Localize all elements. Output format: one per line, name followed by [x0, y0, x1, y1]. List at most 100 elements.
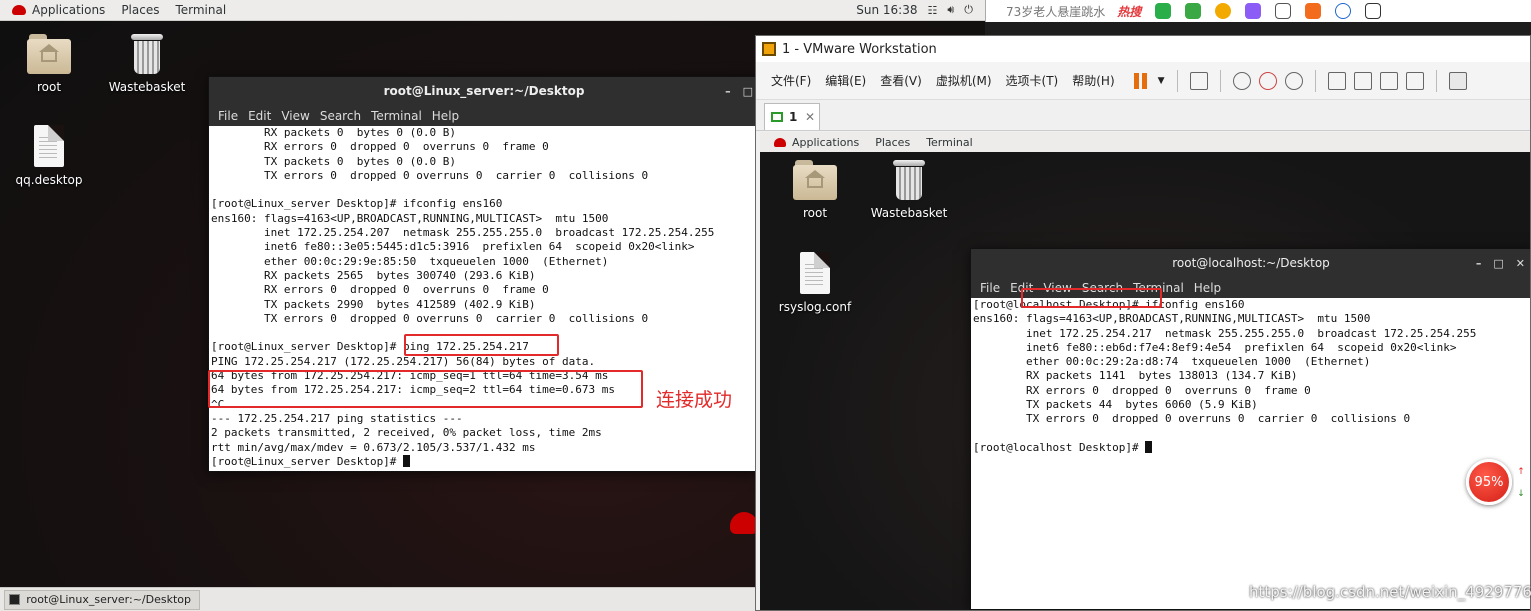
window-title: root@localhost:~/Desktop — [1172, 256, 1330, 270]
toolbar-separator — [1314, 69, 1316, 92]
terminal-line: RX packets 1141 bytes 138013 (134.7 KiB) — [973, 369, 1298, 383]
vm-tab-1[interactable]: 1 ✕ — [764, 103, 820, 130]
vm-menu-edit[interactable]: 编辑(E) — [818, 72, 873, 89]
host-terminal-window[interactable]: root@Linux_server:~/Desktop – □ File Edi… — [208, 76, 760, 472]
translate-icon[interactable] — [1245, 3, 1262, 19]
scissors-icon[interactable] — [1275, 3, 1292, 19]
terminal-app-menu[interactable]: Terminal — [167, 0, 234, 20]
document-icon — [34, 125, 64, 167]
menu-help[interactable]: Help — [427, 109, 464, 123]
host-terminal-titlebar[interactable]: root@Linux_server:~/Desktop – □ — [209, 77, 759, 105]
vm-menu-vm[interactable]: 虚拟机(M) — [929, 72, 999, 89]
minimize-button[interactable]: – — [725, 85, 731, 98]
browser-toolbar-strip: 73岁老人悬崖跳水 热搜 — [985, 0, 1531, 22]
menu-search[interactable]: Search — [315, 109, 366, 123]
places-menu[interactable]: Places — [113, 0, 167, 20]
guest-terminal-window[interactable]: root@localhost:~/Desktop – □ ✕ File Edit… — [970, 248, 1530, 610]
power-icon[interactable]: ⏻ — [964, 3, 973, 17]
terminal-line: --- 172.25.254.217 ping statistics --- — [211, 411, 463, 425]
menu-help[interactable]: Help — [1189, 281, 1226, 295]
game-icon[interactable] — [1305, 3, 1322, 19]
terminal-line: RX errors 0 dropped 0 overruns 0 frame 0 — [973, 383, 1311, 397]
network-icon[interactable]: ☷ — [927, 4, 937, 17]
thumbnail-view-icon[interactable] — [1353, 71, 1372, 90]
host-terminal-output[interactable]: RX packets 0 bytes 0 (0.0 B) RX errors 0… — [209, 126, 759, 471]
badge-side-panel[interactable]: ↑ ↓ — [1514, 465, 1528, 501]
hot-search-text[interactable]: 73岁老人悬崖跳水 — [986, 3, 1105, 20]
pause-icon[interactable] — [1132, 72, 1150, 90]
host-top-bar: Applications Places Terminal Sun 16:38 ☷… — [0, 0, 985, 21]
menu-view[interactable]: View — [1038, 281, 1076, 295]
terminal-line: ens160: flags=4163<UP,BROADCAST,RUNNING,… — [973, 312, 1371, 326]
terminal-line: ens160: flags=4163<UP,BROADCAST,RUNNING,… — [211, 211, 609, 225]
wechat-icon[interactable] — [1155, 3, 1172, 19]
console-view-icon[interactable] — [1448, 71, 1467, 90]
menu-file[interactable]: File — [213, 109, 243, 123]
minimize-button[interactable]: – — [1476, 257, 1482, 270]
guest-places-menu[interactable]: Places — [867, 136, 918, 149]
menu-view[interactable]: View — [276, 109, 314, 123]
menu-edit[interactable]: Edit — [243, 109, 276, 123]
menu-edit[interactable]: Edit — [1005, 281, 1038, 295]
volume-icon[interactable]: 🔊︎ — [947, 3, 954, 17]
guest-desktop-icon-wastebasket[interactable]: Wastebasket — [864, 160, 954, 220]
guest-desktop-icon-root[interactable]: root — [770, 160, 860, 220]
chevron-down-icon[interactable]: ▼ — [1158, 76, 1165, 86]
desktop-icon-label: rsyslog.conf — [778, 300, 852, 314]
guest-terminal-app-menu[interactable]: Terminal — [918, 136, 981, 149]
guest-desktop-icon-rsyslog[interactable]: rsyslog.conf — [770, 252, 860, 314]
terminal-line: TX packets 2990 bytes 412589 (402.9 KiB) — [211, 297, 536, 311]
terminal-line: RX packets 2565 bytes 300740 (293.6 KiB) — [211, 268, 536, 282]
guest-terminal-output[interactable]: [root@localhost Desktop]# ifconfig ens16… — [971, 298, 1530, 609]
menu-file[interactable]: File — [975, 281, 1005, 295]
applications-label: Applications — [32, 3, 106, 17]
terminal-line: inet 172.25.254.217 netmask 255.255.255.… — [973, 326, 1477, 340]
desktop-icon-qq[interactable]: qq.desktop — [4, 125, 94, 187]
guest-top-bar: Applications Places Terminal — [760, 132, 1530, 152]
coin-icon[interactable] — [1215, 3, 1232, 19]
vm-menu-help[interactable]: 帮助(H) — [1065, 72, 1121, 89]
grid-icon[interactable] — [1365, 3, 1382, 19]
snapshot-icon[interactable] — [1232, 71, 1251, 90]
arrow-up-icon: ↑ — [1517, 467, 1525, 477]
search-icon[interactable] — [1335, 3, 1352, 19]
menu-search[interactable]: Search — [1077, 281, 1128, 295]
vmware-window[interactable]: 1 - VMware Workstation 文件(F) 编辑(E) 查看(V)… — [755, 35, 1531, 611]
snapshot-manager-icon[interactable] — [1284, 71, 1303, 90]
taskbar-item-terminal[interactable]: root@Linux_server:~/Desktop — [4, 589, 200, 610]
unity-icon[interactable] — [1405, 71, 1424, 90]
desktop-icon-label: root — [36, 80, 62, 94]
guest-applications-menu[interactable]: Applications — [760, 136, 867, 149]
trash-icon — [893, 160, 925, 200]
desktop-icon-root[interactable]: root — [4, 34, 94, 94]
terminal-line: ether 00:0c:29:9e:85:50 txqueuelen 1000 … — [211, 254, 609, 268]
guest-terminal-titlebar[interactable]: root@localhost:~/Desktop – □ ✕ — [971, 249, 1530, 277]
fullscreen-icon[interactable] — [1379, 71, 1398, 90]
menu-terminal[interactable]: Terminal — [1128, 281, 1189, 295]
progress-badge[interactable]: 95% — [1466, 459, 1512, 505]
maximize-button[interactable]: □ — [743, 85, 753, 98]
desktop-icon-label: Wastebasket — [870, 206, 948, 220]
desktop-icon-wastebasket[interactable]: Wastebasket — [102, 34, 192, 94]
guest-screen[interactable]: Applications Places Terminal root Wasteb… — [760, 132, 1530, 610]
maximize-button[interactable]: □ — [1493, 257, 1503, 270]
clock[interactable]: Sun 16:38 — [856, 3, 917, 17]
vmware-tab-bar: 1 ✕ — [756, 100, 1530, 131]
close-icon[interactable]: ✕ — [805, 110, 815, 124]
vmware-titlebar[interactable]: 1 - VMware Workstation — [756, 36, 1530, 62]
home-folder-icon — [27, 34, 71, 74]
revert-snapshot-icon[interactable] — [1258, 71, 1277, 90]
terminal-line: PING 172.25.254.217 (172.25.254.217) 56(… — [211, 354, 596, 368]
library-view-icon[interactable] — [1327, 71, 1346, 90]
vmware-title: 1 - VMware Workstation — [782, 41, 937, 57]
vm-menu-tabs[interactable]: 选项卡(T) — [999, 72, 1066, 89]
extension-icon[interactable] — [1185, 3, 1202, 19]
close-button[interactable]: ✕ — [1516, 257, 1525, 270]
vm-menu-file[interactable]: 文件(F) — [764, 72, 818, 89]
terminal-line: TX packets 0 bytes 0 (0.0 B) — [211, 154, 457, 168]
terminal-line: [root@Linux_server Desktop]# — [211, 454, 759, 469]
applications-menu[interactable]: Applications — [0, 0, 113, 20]
menu-terminal[interactable]: Terminal — [366, 109, 427, 123]
send-keys-icon[interactable] — [1189, 71, 1208, 90]
vm-menu-view[interactable]: 查看(V) — [873, 72, 929, 89]
